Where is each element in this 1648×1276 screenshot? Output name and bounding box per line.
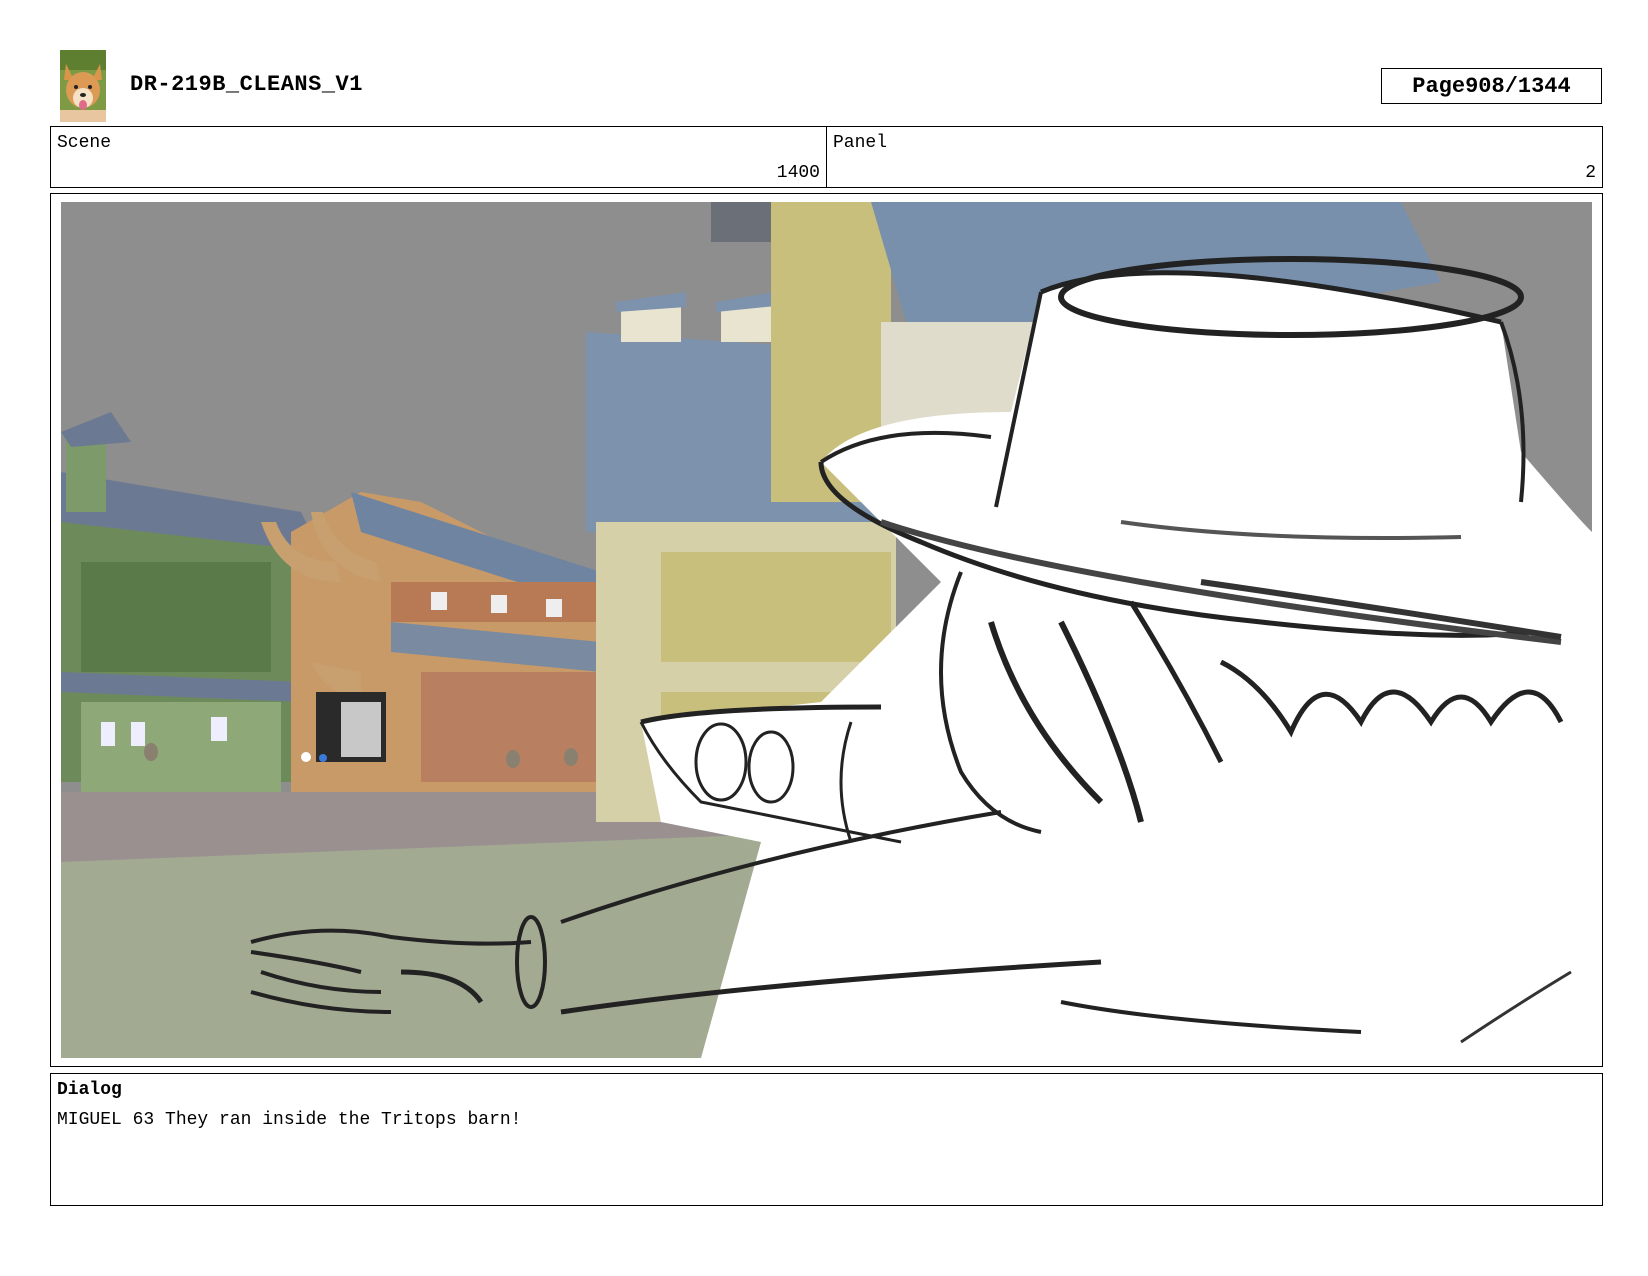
scene-value: 1400 bbox=[776, 163, 820, 183]
storyboard-panel-image bbox=[61, 202, 1592, 1058]
dialog-text: MIGUEL 63 They ran inside the Tritops ba… bbox=[57, 1110, 522, 1130]
panel-cell: Panel 2 bbox=[826, 127, 1602, 187]
dialog-label: Dialog bbox=[57, 1080, 122, 1100]
page-number: 908/1344 bbox=[1465, 73, 1571, 99]
document-title: DR-219B_CLEANS_V1 bbox=[130, 72, 363, 97]
dialog-box: Dialog MIGUEL 63 They ran inside the Tri… bbox=[50, 1073, 1603, 1206]
panel-label: Panel bbox=[833, 133, 888, 153]
scene-label: Scene bbox=[57, 133, 112, 153]
scene-cell: Scene 1400 bbox=[51, 127, 826, 187]
page-indicator: Page 908/1344 bbox=[1381, 68, 1602, 104]
scene-panel-row: Scene 1400 Panel 2 bbox=[50, 126, 1603, 188]
panel-value: 2 bbox=[1585, 163, 1596, 183]
page-label: Page bbox=[1412, 73, 1466, 99]
storyboard-panel-frame bbox=[50, 193, 1603, 1067]
dog-logo-icon bbox=[60, 50, 106, 122]
